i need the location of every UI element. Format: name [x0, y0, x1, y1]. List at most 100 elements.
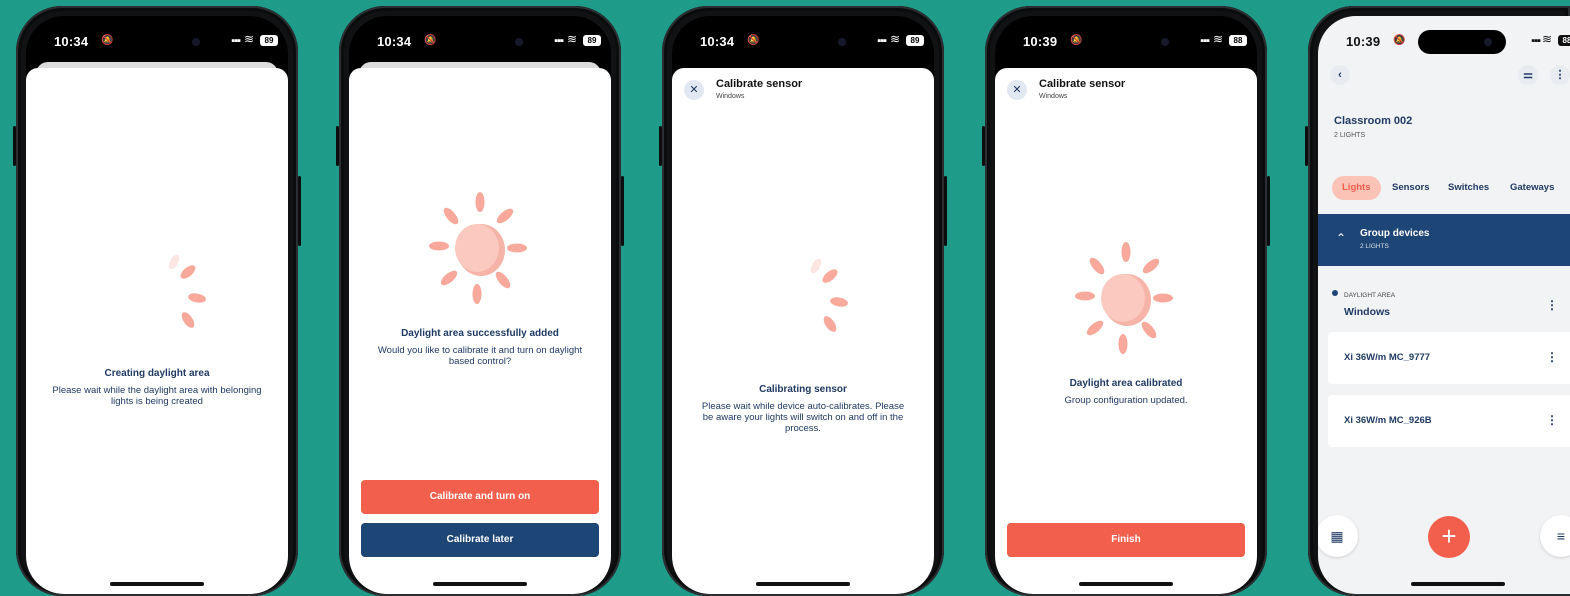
message-description: Would you like to calibrate it and turn …: [377, 345, 583, 367]
signal-icon: ▪▪▪: [1200, 35, 1210, 47]
silent-bell-icon: 🔕: [424, 35, 437, 46]
finish-button[interactable]: Finish: [1007, 523, 1245, 557]
tab-sensors[interactable]: Sensors: [1392, 176, 1430, 200]
calibrate-later-button[interactable]: Calibrate later: [361, 523, 599, 557]
dynamic-island: [1095, 30, 1183, 54]
sun-icon: [429, 192, 527, 304]
home-indicator[interactable]: [433, 582, 527, 586]
home-indicator[interactable]: [1079, 582, 1173, 586]
group-devices-header[interactable]: ⌃ Group devices 2 LIGHTS: [1318, 214, 1570, 266]
status-time: 10:39: [1346, 34, 1381, 49]
phone-calibrating-sensor: 10:34 🔕 ▪▪▪ ≋ 89 ✕ Calibrate sensor Wind…: [659, 6, 947, 596]
device-card[interactable]: Xi 36W/m MC_9777 ⋮: [1328, 332, 1570, 384]
signal-icon: ▪▪▪: [877, 35, 887, 47]
message-title: Creating daylight area: [104, 368, 210, 379]
dynamic-island: [126, 30, 214, 54]
group-title: Group devices: [1360, 228, 1430, 239]
group-subtitle: 2 LIGHTS: [1360, 243, 1389, 250]
signal-icon: ▪▪▪: [554, 35, 564, 47]
status-bar: 10:39 🔕 ▪▪▪ ≋ 88: [1318, 16, 1570, 66]
message-block: Daylight area successfully added Would y…: [349, 328, 611, 367]
chevron-up-icon: ⌃: [1336, 231, 1347, 245]
header-title: Calibrate sensor: [716, 78, 803, 90]
back-button[interactable]: ‹: [1330, 65, 1350, 85]
battery-icon: 88: [1229, 35, 1247, 46]
home-indicator[interactable]: [1411, 582, 1505, 586]
device-card[interactable]: Xi 36W/m MC_926B ⋮: [1328, 395, 1570, 447]
wifi-icon: ≋: [1212, 32, 1223, 46]
sun-icon: [1075, 242, 1173, 354]
message-description: Please wait while device auto-calibrates…: [701, 401, 905, 434]
daylight-area-icon: [1332, 290, 1338, 296]
sheet: ✕ Calibrate sensor Windows Calibrating s…: [672, 68, 934, 594]
more-options-button[interactable]: ⋮: [1550, 65, 1570, 85]
message-block: Daylight area calibrated Group configura…: [995, 378, 1257, 406]
close-button[interactable]: ✕: [1007, 80, 1027, 100]
signal-icon: ▪▪▪: [1531, 35, 1541, 47]
battery-icon: 89: [260, 35, 278, 46]
filter-settings-button[interactable]: ⚌: [1518, 65, 1538, 85]
silent-bell-icon: 🔕: [101, 35, 114, 46]
room-subtitle: 2 LIGHTS: [1334, 132, 1366, 139]
screen: 10:34 🔕 ▪▪▪ ≋ 89 Daylight area successfu…: [349, 16, 611, 594]
sheet: ✕ Calibrate sensor Windows Daylight area…: [995, 68, 1257, 594]
screen: 10:39 🔕 ▪▪▪ ≋ 88 ✕ Calibrate sensor Wind…: [995, 16, 1257, 594]
silent-bell-icon: 🔕: [1393, 35, 1406, 46]
daylight-area-menu-icon[interactable]: ⋮: [1546, 298, 1558, 312]
home-indicator[interactable]: [110, 582, 204, 586]
phone-classroom-detail: 10:39 🔕 ▪▪▪ ≋ 88 ‹ ⚌ ⋮ Classroom 002 2 L…: [1305, 6, 1570, 596]
header-subtitle: Windows: [716, 93, 745, 100]
tab-gateways[interactable]: Gateways: [1510, 176, 1554, 200]
device-name: Xi 36W/m MC_926B: [1344, 415, 1432, 426]
battery-icon: 89: [583, 35, 601, 46]
device-name: Xi 36W/m MC_9777: [1344, 352, 1431, 363]
add-button[interactable]: +: [1428, 516, 1470, 558]
tab-lights[interactable]: Lights: [1332, 176, 1381, 200]
loading-spinner-icon: [810, 258, 848, 332]
device-menu-icon[interactable]: ⋮: [1546, 350, 1558, 364]
header-title: Calibrate sensor: [1039, 78, 1126, 90]
battery-icon: 88: [1558, 35, 1570, 46]
phone-daylight-area-calibrated: 10:39 🔕 ▪▪▪ ≋ 88 ✕ Calibrate sensor Wind…: [982, 6, 1270, 596]
home-indicator[interactable]: [756, 582, 850, 586]
daylight-area-label: DAYLIGHT AREA: [1344, 292, 1396, 299]
status-time: 10:39: [1023, 34, 1058, 49]
dynamic-island: [1418, 30, 1506, 54]
dynamic-island: [449, 30, 537, 54]
status-time: 10:34: [700, 34, 735, 49]
screen: 10:39 🔕 ▪▪▪ ≋ 88 ‹ ⚌ ⋮ Classroom 002 2 L…: [1318, 16, 1570, 594]
wifi-icon: ≋: [889, 32, 900, 46]
device-menu-icon[interactable]: ⋮: [1546, 413, 1558, 427]
wifi-icon: ≋: [1541, 32, 1552, 46]
status-bar: 10:34 🔕 ▪▪▪ ≋ 89: [672, 16, 934, 66]
message-title: Calibrating sensor: [759, 384, 847, 395]
message-description: Please wait while the daylight area with…: [52, 385, 262, 407]
close-button[interactable]: ✕: [684, 80, 704, 100]
screen: 10:34 🔕 ▪▪▪ ≋ 89 ✕ Calibrate sensor Wind…: [672, 16, 934, 594]
message-title: Daylight area calibrated: [1069, 378, 1183, 389]
status-bar: 10:34 🔕 ▪▪▪ ≋ 89: [26, 16, 288, 66]
room-title: Classroom 002: [1334, 115, 1413, 127]
status-time: 10:34: [54, 34, 89, 49]
tab-switches[interactable]: Switches: [1448, 176, 1489, 200]
message-title: Daylight area successfully added: [401, 328, 559, 339]
sheet: Daylight area successfully added Would y…: [349, 68, 611, 594]
silent-bell-icon: 🔕: [747, 35, 760, 46]
loading-spinner-icon: [168, 254, 206, 328]
status-bar: 10:39 🔕 ▪▪▪ ≋ 88: [995, 16, 1257, 66]
battery-icon: 89: [906, 35, 924, 46]
daylight-area-name[interactable]: Windows: [1344, 306, 1390, 318]
header-subtitle: Windows: [1039, 93, 1068, 100]
building-icon[interactable]: ▦: [1318, 515, 1358, 557]
message-description: Group configuration updated.: [1064, 395, 1188, 406]
wifi-icon: ≋: [243, 32, 254, 46]
status-time: 10:34: [377, 34, 412, 49]
phone-creating-daylight-area: 10:34 🔕 ▪▪▪ ≋ 89 Creating daylight area …: [13, 6, 301, 596]
phone-daylight-area-added: 10:34 🔕 ▪▪▪ ≋ 89 Daylight area successfu…: [336, 6, 624, 596]
sheet: Creating daylight area Please wait while…: [26, 68, 288, 594]
menu-icon[interactable]: ≡: [1540, 515, 1570, 557]
dynamic-island: [772, 30, 860, 54]
calibrate-and-turn-on-button[interactable]: Calibrate and turn on: [361, 480, 599, 514]
screen: 10:34 🔕 ▪▪▪ ≋ 89 Creating daylight area …: [26, 16, 288, 594]
signal-icon: ▪▪▪: [231, 35, 241, 47]
